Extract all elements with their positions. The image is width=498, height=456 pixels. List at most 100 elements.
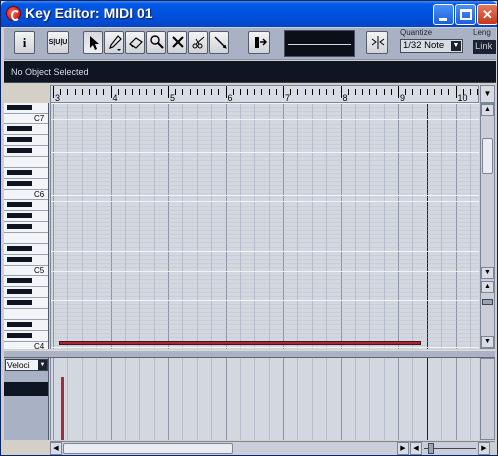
ruler-sub-tick: [441, 89, 443, 95]
black-key[interactable]: [7, 202, 32, 207]
scroll-down-button[interactable]: ▼: [481, 267, 494, 279]
ruler-sub-tick: [160, 89, 162, 95]
minimize-button[interactable]: [433, 4, 454, 25]
maximize-button[interactable]: [455, 4, 476, 25]
ruler-sub-tick: [189, 89, 191, 95]
zoom-out-horizontal-button[interactable]: ◀: [410, 442, 422, 455]
arrow-tool-button[interactable]: [83, 31, 103, 54]
white-key: [4, 134, 48, 135]
toolbar: i S|U|U Quantize 1/32 Note ▼ Leng Link: [4, 28, 496, 60]
black-key[interactable]: [7, 148, 32, 153]
white-key: [4, 232, 48, 233]
black-key[interactable]: [7, 300, 32, 305]
eraser-tool-button[interactable]: [125, 31, 145, 54]
bar-line: [225, 358, 227, 440]
close-button[interactable]: ✕: [477, 4, 497, 25]
octave-line: [51, 271, 479, 272]
pencil-tool-button[interactable]: [104, 31, 124, 54]
key-line: [51, 328, 479, 330]
snap-button[interactable]: [366, 31, 388, 54]
beat-line: [369, 358, 371, 440]
beat-line: [196, 358, 198, 440]
black-key[interactable]: [7, 289, 32, 294]
chevron-down-icon: ▼: [451, 41, 461, 51]
ruler-menu-button[interactable]: ▼: [480, 85, 495, 103]
title-bar[interactable]: Key Editor: MIDI 01 ✕: [1, 1, 497, 27]
glue-tool-button[interactable]: [209, 31, 229, 54]
ruler-sub-tick: [333, 89, 335, 95]
length-select[interactable]: Link: [473, 40, 496, 54]
velocity-bar[interactable]: [60, 377, 64, 440]
white-key: [4, 243, 48, 244]
velocity-lane[interactable]: [50, 358, 479, 440]
length-label: Leng: [473, 28, 491, 37]
black-key[interactable]: [7, 170, 32, 175]
window-title: Key Editor: MIDI 01: [25, 5, 153, 21]
ruler-sub-tick: [369, 89, 371, 95]
quantize-value: 1/32 Note: [403, 40, 445, 51]
minimize-icon: [439, 18, 447, 21]
black-key[interactable]: [7, 105, 32, 110]
beat-line: [139, 358, 141, 440]
black-key[interactable]: [7, 181, 32, 186]
black-key[interactable]: [7, 126, 32, 131]
key-line: [51, 135, 479, 137]
ruler-sub-tick: [139, 89, 141, 95]
note-display[interactable]: [50, 103, 479, 349]
black-key[interactable]: [7, 213, 32, 218]
ruler[interactable]: 3 4 5 6 7 8 9 10: [50, 85, 479, 103]
ruler-sub-tick: [132, 89, 134, 95]
key-line: [51, 115, 479, 117]
key-line: [51, 234, 479, 236]
vertical-scrollbar[interactable]: ▲ ▼ ▲ ▼: [480, 103, 495, 349]
black-key[interactable]: [7, 246, 32, 251]
close-icon: ✕: [482, 7, 493, 22]
scroll-left-button[interactable]: ◀: [50, 442, 62, 455]
midi-note[interactable]: [58, 341, 421, 345]
magnifier-tool-button[interactable]: [146, 31, 166, 54]
info-button[interactable]: i: [14, 31, 35, 54]
key-line: [51, 148, 479, 150]
ruler-sub-tick: [261, 89, 263, 95]
split-tool-button[interactable]: [188, 31, 208, 54]
black-key[interactable]: [7, 257, 32, 262]
key-line: [51, 127, 479, 129]
key-line: [51, 312, 479, 314]
ruler-sub-tick: [383, 89, 385, 95]
beat-line: [412, 358, 414, 440]
zoom-out-button[interactable]: ▼: [481, 336, 494, 348]
colorize-button[interactable]: [248, 31, 270, 54]
horizontal-scrollbar[interactable]: ◀ ▶ ◀ ▶: [50, 441, 495, 455]
piano-keyboard[interactable]: C7 C6 C5 C4: [4, 103, 49, 349]
chevron-down-icon: ▼: [38, 360, 47, 370]
black-key[interactable]: [7, 137, 32, 142]
zoom-in-horizontal-button[interactable]: ▶: [478, 442, 490, 455]
scroll-right-button[interactable]: ▶: [397, 442, 409, 455]
ruler-sub-tick: [254, 89, 256, 95]
bar-line: [110, 358, 112, 440]
horizontal-zoom-knob[interactable]: [428, 443, 434, 454]
key-line: [51, 189, 479, 191]
black-key[interactable]: [7, 322, 32, 327]
vertical-scroll-thumb[interactable]: [482, 138, 493, 174]
controller-value-display: [4, 382, 48, 396]
white-key: [4, 199, 48, 200]
octave-line: [51, 152, 479, 154]
black-key[interactable]: [7, 224, 32, 229]
horizontal-scroll-thumb[interactable]: [63, 443, 233, 454]
mute-tool-button[interactable]: [167, 31, 187, 54]
black-key[interactable]: [7, 278, 32, 283]
key-line: [51, 316, 479, 318]
vertical-zoom-knob[interactable]: [482, 299, 493, 305]
ruler-sub-tick: [232, 89, 234, 95]
arrow-icon: [90, 36, 99, 50]
zoom-in-button[interactable]: ▲: [481, 281, 494, 293]
scroll-up-button[interactable]: ▲: [481, 104, 494, 116]
solo-editor-button[interactable]: S|U|U: [47, 31, 69, 54]
key-line: [51, 144, 479, 145]
black-key[interactable]: [7, 333, 32, 338]
beat-line: [81, 358, 83, 440]
quantize-select[interactable]: 1/32 Note ▼: [400, 39, 463, 53]
controller-select[interactable]: Veloci ▼: [5, 359, 48, 371]
lane-divider[interactable]: [4, 350, 495, 358]
